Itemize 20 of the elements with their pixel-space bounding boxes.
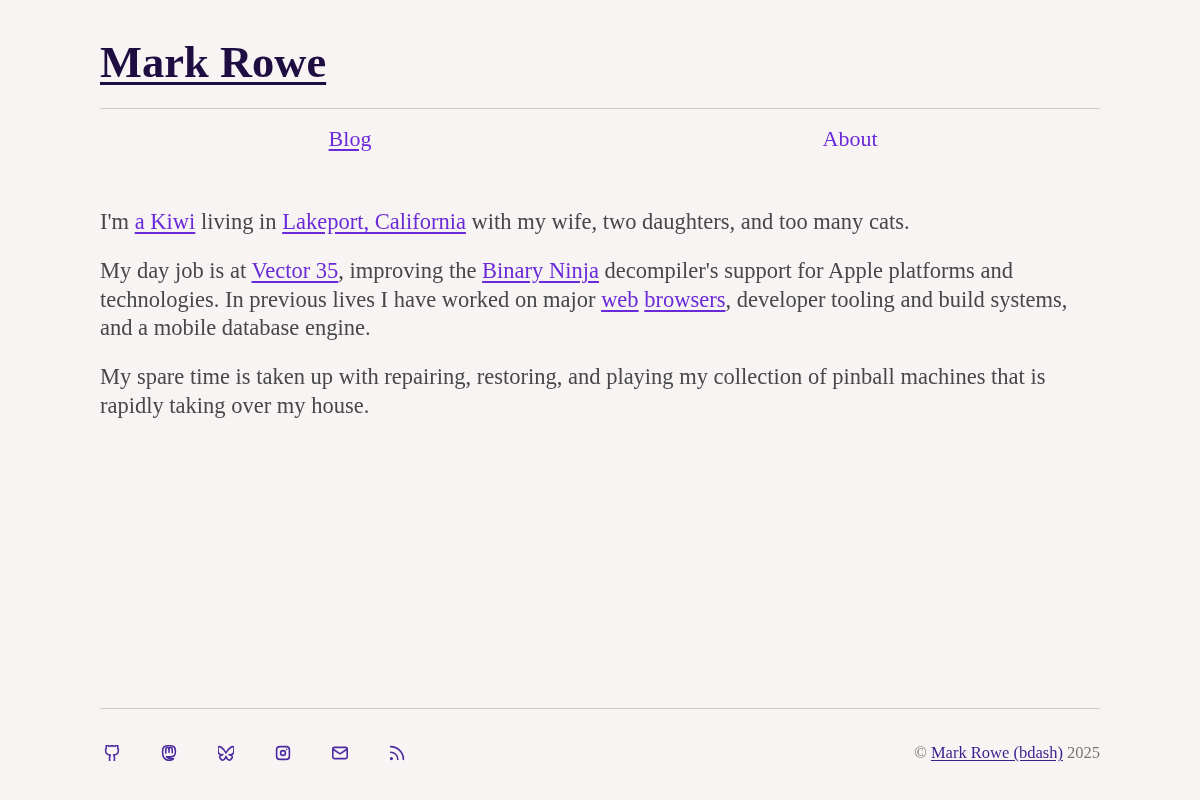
text-link[interactable]: Lakeport, California <box>282 209 466 234</box>
rss-icon[interactable] <box>389 745 405 761</box>
site-title[interactable]: Mark Rowe <box>100 34 327 90</box>
cat-head-icon[interactable] <box>104 745 120 761</box>
nav-link[interactable]: Blog <box>328 125 372 153</box>
paragraph: My spare time is taken up with repairing, restoring, and playing my collection of pinball machines that is rapidly taking over my house. <box>100 363 1047 420</box>
paragraph: I'm a Kiwi living in Lakeport, California with my wife, two daughters, and too many cats. <box>100 208 911 236</box>
copyright-notice: © Mark Rowe (bdash) 2025 <box>914 743 1100 763</box>
text-link[interactable]: browsers <box>644 286 726 312</box>
paragraph: My day job is at Vector 35, improving the Binary Ninja decompiler's support for Apple platforms and technologies. In previous lives I have worked on major web browsers, developer tooling and build systems, and a mobile database engine. <box>100 257 1069 342</box>
text-link[interactable]: Mark Rowe (bdash) <box>930 743 1063 762</box>
mail-icon[interactable] <box>332 745 348 761</box>
butterfly-icon[interactable] <box>218 745 234 761</box>
text-link[interactable]: Binary Ninja <box>482 258 599 283</box>
nav-link[interactable]: About <box>822 125 878 153</box>
text-link[interactable]: Vector 35 <box>251 258 339 283</box>
text-link[interactable]: a Kiwi <box>134 209 196 234</box>
text-link[interactable]: web <box>601 286 639 312</box>
speech-bubble-icon[interactable] <box>161 745 177 761</box>
camera-icon[interactable] <box>275 745 291 761</box>
